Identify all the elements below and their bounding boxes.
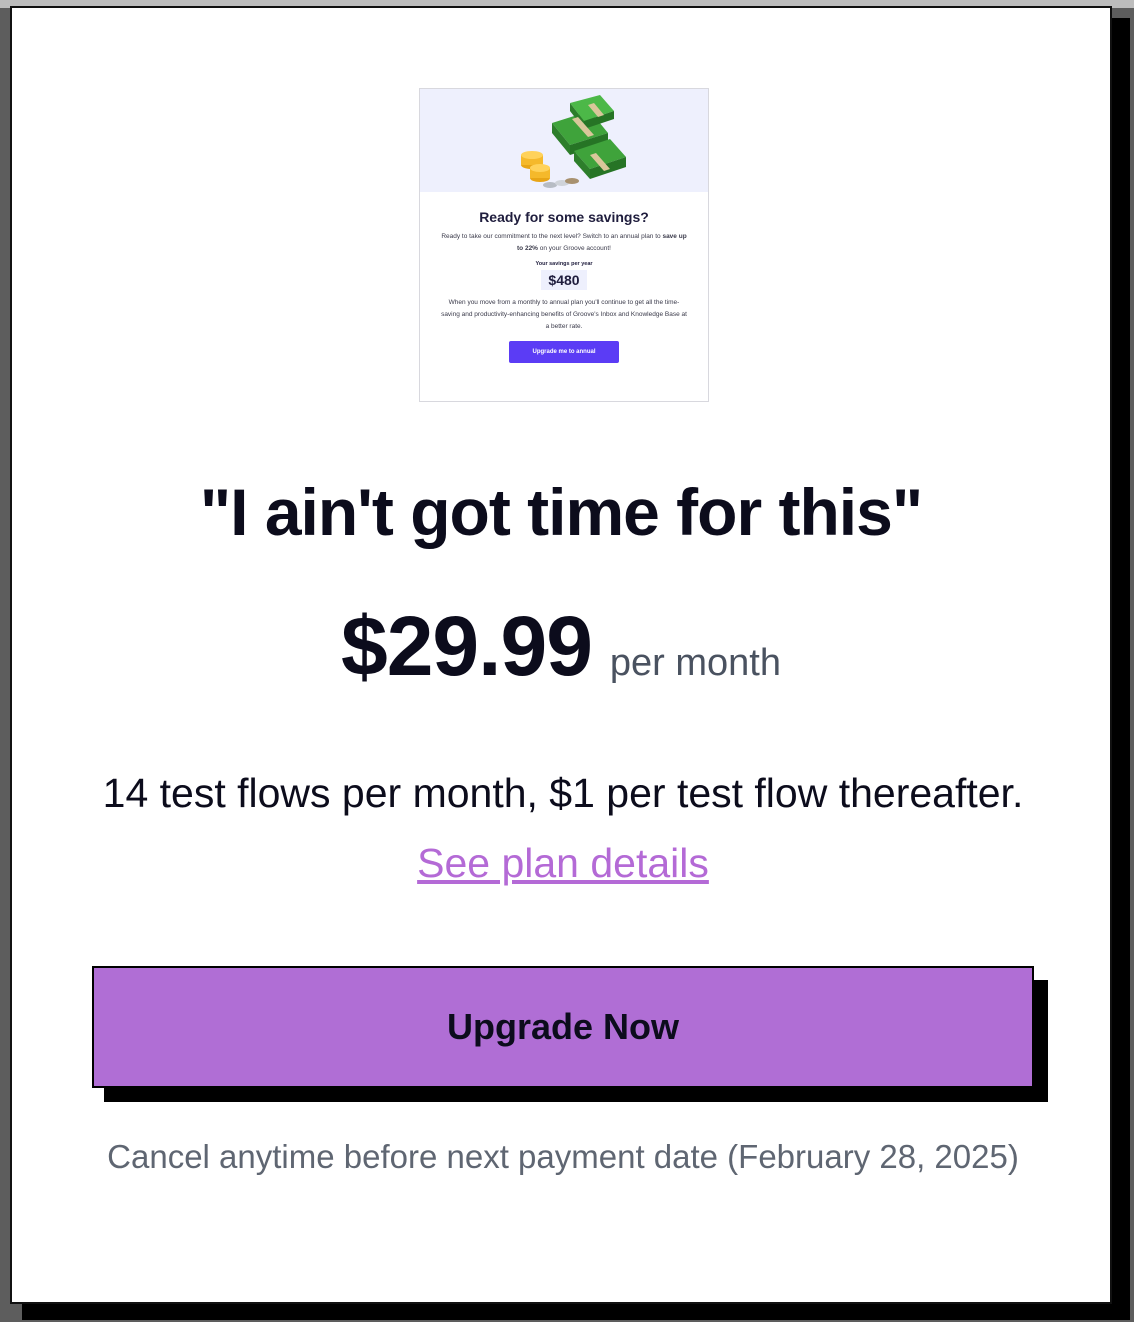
price-row: $29.99 per month: [12, 598, 1110, 695]
see-plan-details-link[interactable]: See plan details: [417, 840, 709, 886]
money-stack-icon: [521, 95, 626, 188]
plan-description-text: 14 test flows per month, $1 per test flo…: [102, 770, 1024, 816]
plan-price: $29.99: [340, 599, 593, 693]
preview-title: Ready for some savings?: [479, 209, 649, 225]
plan-description: 14 test flows per month, $1 per test flo…: [92, 758, 1034, 898]
promo-preview-image: Ready for some savings? Ready to take ou…: [419, 88, 709, 402]
preview-body-text-2: When you move from a monthly to annual p…: [441, 299, 687, 330]
price-period: per month: [609, 642, 781, 684]
preview-illustration-area: [420, 89, 708, 192]
cancel-note: Cancel anytime before next payment date …: [107, 1138, 1019, 1175]
savings-amount: $480: [541, 270, 587, 290]
preview-body-suffix: on your Groove account!: [537, 245, 611, 252]
preview-body-prefix: Ready to take our commitment to the next…: [441, 233, 663, 240]
preview-upgrade-button: Upgrade me to annual: [509, 341, 619, 363]
upgrade-modal: Ready for some savings? Ready to take ou…: [10, 6, 1112, 1304]
upgrade-now-button[interactable]: Upgrade Now: [92, 966, 1034, 1088]
preview-body-text: Ready to take our commitment to the next…: [438, 231, 690, 255]
plan-headline: "I ain't got time for this": [199, 475, 923, 549]
savings-label: Your savings per year: [535, 261, 593, 267]
